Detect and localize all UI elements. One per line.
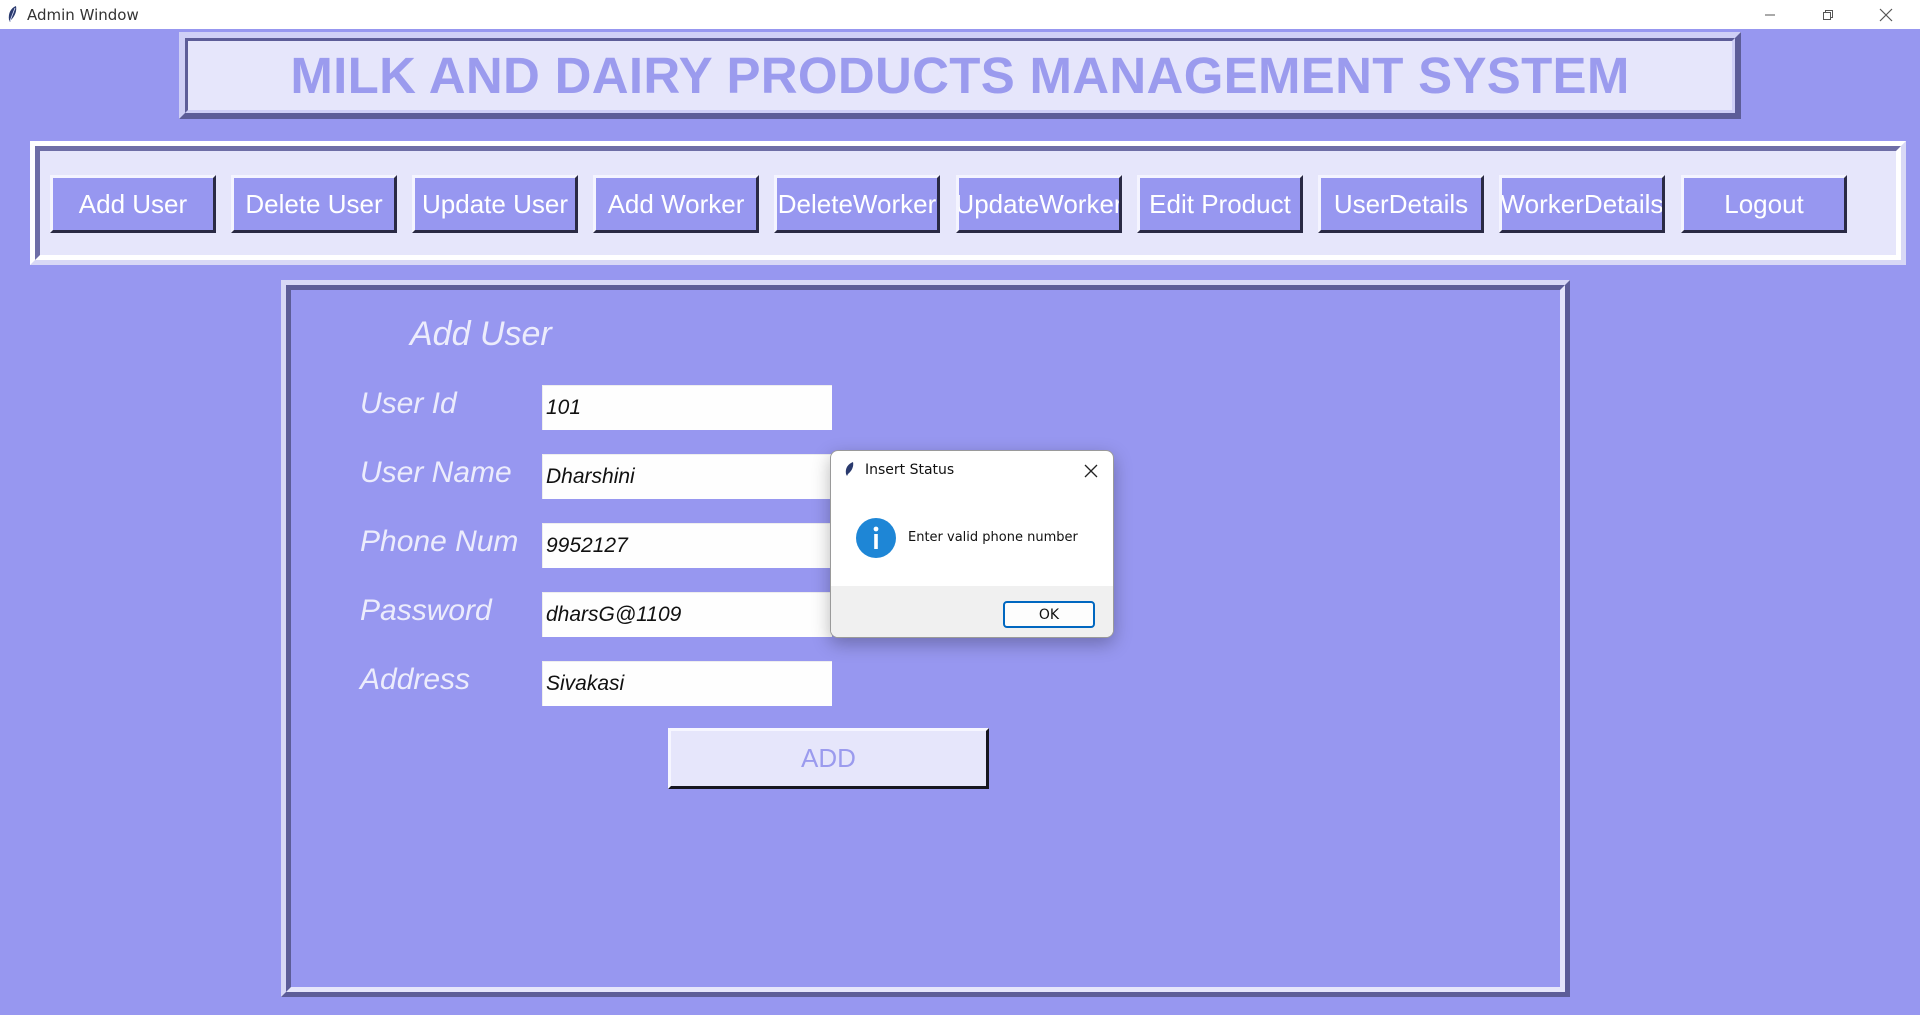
dialog-close-button[interactable] [1081,461,1101,481]
add-user-button[interactable]: Add User [50,175,216,233]
delete-worker-button[interactable]: DeleteWorker [774,175,940,233]
minimize-button[interactable] [1741,0,1799,29]
window-title: Admin Window [27,6,139,24]
update-user-button[interactable]: Update User [412,175,578,233]
password-input[interactable] [542,592,832,637]
password-label: Password [360,594,492,627]
ok-button[interactable]: OK [1003,601,1095,628]
close-icon [1084,464,1098,478]
edit-product-button[interactable]: Edit Product [1137,175,1303,233]
add-worker-button[interactable]: Add Worker [593,175,759,233]
feather-icon [8,6,17,22]
dialog-title: Insert Status [865,462,955,478]
address-label: Address [360,663,471,696]
restore-button[interactable] [1799,0,1857,29]
insert-status-dialog: Insert Status Enter valid phone number O… [830,450,1114,638]
address-input[interactable] [542,661,832,706]
user-id-label: User Id [360,387,457,420]
feather-icon [845,462,854,476]
user-details-button[interactable]: UserDetails [1318,175,1484,233]
logout-button[interactable]: Logout [1681,175,1847,233]
user-name-label: User Name [360,456,512,489]
close-button[interactable] [1857,0,1915,29]
user-name-input[interactable] [542,454,832,499]
phone-num-input[interactable] [542,523,832,568]
form-heading: Add User [410,315,552,353]
delete-user-button[interactable]: Delete User [231,175,397,233]
add-button[interactable]: ADD [668,728,989,789]
window-titlebar: Admin Window [0,0,1920,29]
add-user-panel-inner [286,285,1565,992]
restore-icon [1823,9,1833,20]
close-icon [1879,8,1893,21]
app-title: MILK AND DAIRY PRODUCTS MANAGEMENT SYSTE… [290,47,1630,104]
add-user-panel [281,280,1570,997]
header-banner: MILK AND DAIRY PRODUCTS MANAGEMENT SYSTE… [179,32,1741,119]
minimize-icon [1765,14,1775,15]
dialog-message: Enter valid phone number [908,530,1078,545]
phone-num-label: Phone Num [360,525,519,558]
info-icon [856,518,896,558]
header-inner: MILK AND DAIRY PRODUCTS MANAGEMENT SYSTE… [185,38,1735,113]
worker-details-button[interactable]: WorkerDetails [1499,175,1665,233]
update-worker-button[interactable]: UpdateWorker [956,175,1122,233]
user-id-input[interactable] [542,385,832,430]
